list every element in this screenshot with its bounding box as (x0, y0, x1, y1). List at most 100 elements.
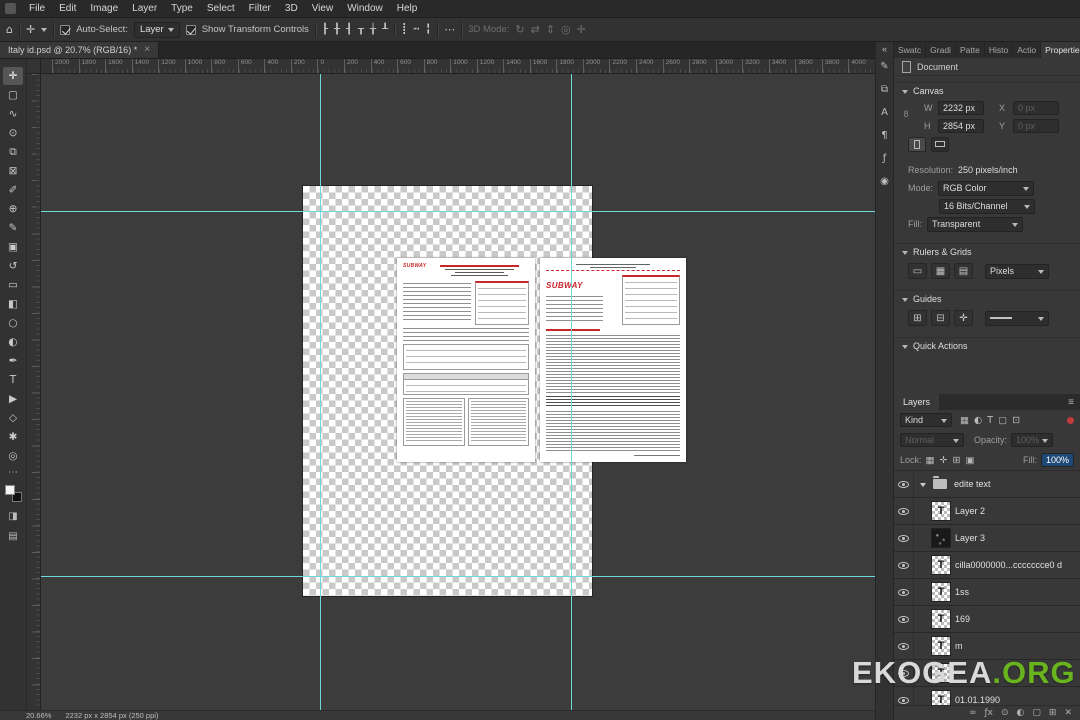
vertical-ruler[interactable] (27, 74, 41, 710)
visibility-toggle[interactable] (894, 498, 914, 524)
menu-item[interactable]: 3D (278, 3, 305, 14)
lasso-tool[interactable]: ∿ (3, 105, 23, 123)
brush-settings-panel-icon[interactable]: ✎ (880, 62, 888, 72)
guide-style-dropdown[interactable] (985, 310, 1049, 326)
tab-patterns[interactable]: Patte (956, 42, 985, 58)
width-field[interactable]: 2232 px (938, 101, 984, 115)
layers-tab[interactable]: Layers (894, 394, 940, 410)
menu-item[interactable]: View (305, 3, 341, 14)
auto-select-checkbox[interactable] (60, 24, 71, 35)
quick-mask-icon[interactable]: ◨ (8, 511, 17, 522)
align-center-v-icon[interactable]: ╁ (370, 24, 376, 35)
layer-row[interactable]: cilla0000000...ccccccce0 d (894, 552, 1080, 579)
orientation-landscape-button[interactable] (931, 136, 949, 152)
constrain-proportions-icon[interactable]: 8 (902, 109, 910, 135)
guide-vertical[interactable] (320, 74, 321, 710)
marquee-tool[interactable]: ▢ (3, 86, 23, 104)
3d-rotate-icon[interactable]: ↻ (515, 24, 524, 35)
expand-panels-icon[interactable]: « (882, 45, 887, 54)
align-top-icon[interactable]: ┰ (358, 24, 364, 35)
3d-roll-icon[interactable]: ⇄ (531, 24, 540, 35)
filter-switch-icon[interactable] (1067, 416, 1074, 424)
group-caret-icon[interactable] (920, 482, 926, 490)
visibility-toggle[interactable] (894, 525, 914, 551)
guide-horizontal[interactable] (41, 211, 875, 212)
type-tool[interactable]: T (3, 371, 23, 389)
layer-thumbnail[interactable] (932, 610, 950, 628)
panel-menu-icon[interactable]: ≡ (1068, 397, 1080, 408)
styles-panel-icon[interactable]: ƒ (883, 154, 887, 164)
brush-tool[interactable]: ✎ (3, 219, 23, 237)
clone-source-panel-icon[interactable]: ⧉ (881, 85, 888, 95)
zoom-level[interactable]: 20.66% (26, 711, 51, 720)
eraser-tool[interactable]: ▭ (3, 276, 23, 294)
blend-mode-dropdown[interactable]: Normal (900, 433, 964, 447)
menu-item[interactable]: Help (390, 3, 425, 14)
menu-item[interactable]: Type (164, 3, 200, 14)
layer-filter-dropdown[interactable]: Kind (900, 413, 952, 427)
layer-thumbnail[interactable] (932, 637, 950, 655)
zoom-tool[interactable]: ◎ (3, 447, 23, 465)
snap-toggle-icon[interactable]: ▤ (954, 263, 973, 279)
filter-shape-icon[interactable]: ▢ (998, 415, 1007, 426)
clear-guides-icon[interactable]: ⊟ (931, 310, 950, 326)
ruler-toggle-icon[interactable]: ▭ (908, 263, 927, 279)
distribute-spacing-icon[interactable]: ╏ (425, 24, 431, 35)
auto-select-target-dropdown[interactable]: Layer (133, 21, 180, 38)
history-brush-tool[interactable]: ↺ (3, 257, 23, 275)
layer-thumbnail[interactable] (932, 583, 950, 601)
lock-position-icon[interactable]: ✛ (940, 455, 948, 466)
clone-stamp-tool[interactable]: ▣ (3, 238, 23, 256)
shape-tool[interactable]: ◇ (3, 409, 23, 427)
layer-row[interactable]: Layer 3 (894, 525, 1080, 552)
pen-tool[interactable]: ✒ (3, 352, 23, 370)
more-options-icon[interactable]: ⋯ (444, 24, 455, 35)
layer-row[interactable]: edite text (894, 471, 1080, 498)
show-transform-checkbox[interactable] (185, 24, 196, 35)
distribute-h-icon[interactable]: ┋ (401, 24, 407, 35)
guide-vertical[interactable] (571, 74, 572, 710)
tab-properties[interactable]: Properties (1041, 42, 1080, 58)
color-mode-dropdown[interactable]: RGB Color (938, 180, 1035, 196)
healing-brush-tool[interactable]: ⊕ (3, 200, 23, 218)
new-group-icon[interactable]: ▢ (1032, 708, 1041, 718)
grid-toggle-icon[interactable]: ▦ (931, 263, 950, 279)
link-layers-icon[interactable]: ∞ (969, 708, 977, 718)
character-panel-icon[interactable]: A (881, 108, 888, 118)
height-field[interactable]: 2854 px (938, 119, 984, 133)
new-layer-icon[interactable]: ⊞ (1049, 708, 1057, 718)
current-tool-icon[interactable]: ✛ (26, 24, 35, 35)
menu-item[interactable]: Layer (125, 3, 164, 14)
guides-header[interactable]: Guides (894, 291, 1080, 307)
3d-slide-icon[interactable]: ◎ (561, 24, 571, 35)
y-field[interactable]: 0 px (1013, 119, 1059, 133)
distribute-v-icon[interactable]: ┉ (413, 24, 419, 35)
align-left-icon[interactable]: ┠ (322, 24, 328, 35)
tool-preset-caret-icon[interactable] (41, 28, 48, 35)
align-center-h-icon[interactable]: ╂ (334, 24, 340, 35)
gradient-tool[interactable]: ◧ (3, 295, 23, 313)
tab-history[interactable]: Histo (985, 42, 1014, 58)
document-tab[interactable]: Italy id.psd @ 20.7% (RGB/16) * × (0, 42, 160, 58)
align-right-icon[interactable]: ┨ (346, 24, 352, 35)
close-icon[interactable]: × (144, 45, 150, 55)
adjustment-layer-icon[interactable]: ◐ (1017, 708, 1025, 718)
layer-thumbnail[interactable] (933, 476, 947, 489)
dodge-tool[interactable]: ◐ (3, 333, 23, 351)
visibility-toggle[interactable] (894, 471, 914, 497)
menu-item[interactable]: File (22, 3, 52, 14)
filter-smart-object-icon[interactable]: ⊡ (1012, 415, 1020, 426)
filter-pixel-icon[interactable]: ▦ (960, 415, 969, 426)
3d-zoom-icon[interactable]: ✛ (577, 24, 586, 35)
rulers-grids-header[interactable]: Rulers & Grids (894, 244, 1080, 260)
layer-row[interactable]: Layer 2 (894, 498, 1080, 525)
menu-item[interactable]: Filter (242, 3, 278, 14)
lock-all-icon[interactable]: ▣ (965, 455, 974, 466)
move-tool[interactable]: ✛ (3, 67, 23, 85)
horizontal-ruler[interactable]: 2000 1800 1600 1400 1200 1000 800 600 400 200 0 200… (41, 59, 875, 74)
units-dropdown[interactable]: Pixels (985, 263, 1049, 279)
layer-thumbnail[interactable] (932, 529, 950, 547)
menu-item[interactable]: Window (340, 3, 390, 14)
crop-tool[interactable]: ⧉ (3, 143, 23, 161)
layer-row[interactable]: 169 (894, 606, 1080, 633)
